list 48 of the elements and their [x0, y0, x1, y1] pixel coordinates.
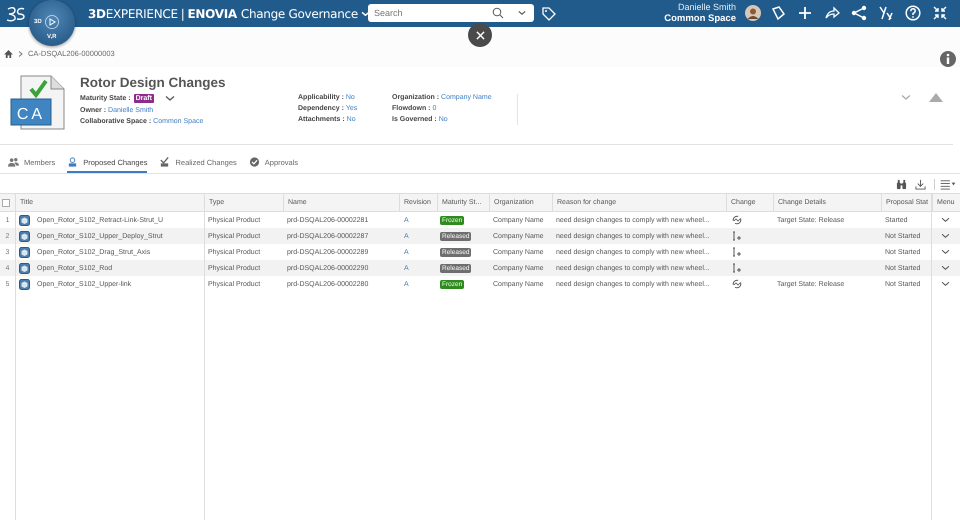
check-circle-icon [248, 157, 260, 167]
add-node-icon [732, 263, 742, 273]
document-drawing [10, 76, 64, 130]
product-icon [19, 230, 30, 242]
close-icon[interactable] [476, 30, 484, 40]
plus-icon[interactable] [797, 5, 813, 21]
proposal-icon [67, 157, 78, 167]
people-icon [8, 157, 19, 167]
space-name[interactable]: Common Space [664, 13, 736, 24]
product-icon [19, 262, 30, 274]
document-label: CA [16, 106, 46, 123]
product-icon [19, 246, 30, 258]
fullscreen-icon[interactable] [932, 5, 948, 21]
search-icon[interactable] [492, 7, 504, 19]
select-all-checkbox[interactable] [2, 198, 10, 206]
user-name: Danielle Smith [676, 2, 736, 13]
download-icon[interactable] [915, 178, 926, 190]
logo-icon[interactable] [6, 6, 26, 22]
chevron-icon [18, 50, 23, 56]
chevron-icon[interactable] [941, 217, 950, 223]
chevron-icon[interactable] [941, 233, 950, 239]
product-icon [19, 278, 30, 290]
help-icon[interactable] [905, 5, 921, 21]
brand-title: 3DEXPERIENCE | ENOVIA [88, 6, 237, 20]
play-icon[interactable] [45, 15, 59, 29]
chevron-icon[interactable] [941, 265, 950, 271]
apps-icon[interactable] [878, 5, 894, 21]
check-doc-icon [159, 157, 170, 167]
chevron-icon[interactable] [941, 249, 950, 255]
app-menu[interactable]: Change Governance [240, 6, 358, 20]
info-icon[interactable] [940, 51, 956, 67]
tag-icon[interactable] [541, 6, 556, 21]
list-menu-icon[interactable] [934, 178, 957, 190]
add-node-icon [732, 247, 742, 257]
cycle-icon [732, 279, 742, 289]
avatar-icon[interactable] [745, 5, 761, 21]
caret-icon[interactable] [518, 10, 526, 16]
page-title: Rotor Design Changes [80, 75, 227, 90]
chevron-icon[interactable] [164, 95, 175, 102]
cycle-icon [732, 215, 742, 225]
add-node-icon [732, 231, 742, 241]
home-icon[interactable] [4, 50, 13, 58]
share-icon[interactable] [851, 5, 867, 21]
share-arrow-icon[interactable] [824, 5, 840, 21]
search-field[interactable]: Search [368, 4, 534, 22]
chevron-icon[interactable] [941, 281, 950, 287]
binoculars-icon[interactable] [896, 178, 907, 190]
product-icon [19, 214, 30, 226]
